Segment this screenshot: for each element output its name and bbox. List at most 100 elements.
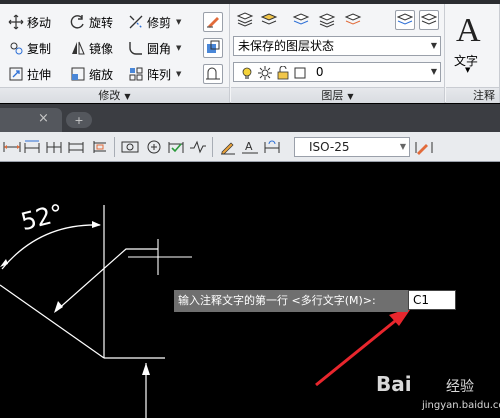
copy-label: 复制 (27, 41, 52, 56)
dim-ordinate-icon (93, 141, 106, 153)
erase-button[interactable] (203, 12, 223, 32)
dim-style-icon (415, 142, 433, 155)
unlock-icon (277, 65, 289, 79)
array-dropdown-icon[interactable]: ▼ (176, 70, 181, 78)
trim-label: 修剪 (147, 15, 172, 30)
layer-previous-button[interactable] (317, 10, 337, 30)
toolbar-separator (114, 137, 115, 157)
layer-color-swatch (294, 67, 306, 78)
offset-icon (205, 65, 221, 84)
layers-panel-title-text: 图层 (321, 89, 344, 102)
scale-button[interactable]: 缩放 (70, 64, 113, 84)
dim-linear-button[interactable] (2, 137, 22, 157)
trim-button[interactable]: 修剪 ▼ (128, 12, 181, 32)
close-icon[interactable]: × (38, 111, 49, 126)
new-tab-button[interactable]: + (66, 112, 92, 128)
angle-arrow-right (92, 221, 101, 228)
dim-style-button[interactable] (414, 137, 434, 157)
document-tab[interactable]: × (0, 108, 62, 132)
current-layer-name: 0 (315, 65, 324, 79)
dim-aligned-button[interactable] (22, 137, 42, 157)
layer-off-icon (420, 11, 438, 30)
rotate-button[interactable]: 旋转 (70, 12, 113, 32)
angle-dimension-arc (1, 224, 101, 270)
layer-state-select[interactable]: 未保存的图层状态 ▼ (233, 36, 441, 56)
chevron-down-icon: ▼ (124, 92, 131, 101)
mirror-icon (70, 40, 86, 56)
array-button[interactable]: 阵列 ▼ (128, 64, 181, 84)
move-button[interactable]: 移动 (8, 12, 51, 32)
document-tab-strip: × + (0, 104, 500, 132)
dim-edit-button[interactable] (218, 137, 238, 157)
scale-icon (70, 66, 86, 82)
dim-text-edit-button[interactable]: A (240, 137, 260, 157)
chevron-down-icon: ▼ (430, 41, 437, 50)
trim-dropdown-icon[interactable]: ▼ (176, 18, 181, 26)
leader-arrow (54, 301, 63, 313)
dim-ordinate-button[interactable] (90, 137, 110, 157)
leader-line (55, 248, 158, 312)
move-label: 移动 (27, 15, 52, 30)
eraser-icon (205, 13, 221, 32)
dim-center-icon (147, 140, 161, 154)
copy-button[interactable]: 复制 (8, 38, 51, 58)
command-input-field[interactable]: C1 (408, 290, 456, 310)
dimension-style-select[interactable]: ISO-25 ▼ (294, 137, 410, 157)
layers-panel-title[interactable]: 图层 ▼ (231, 87, 444, 103)
toolbar-separator (212, 137, 213, 157)
dim-center-button[interactable] (144, 137, 164, 157)
text-icon: A (456, 12, 481, 49)
chevron-down-icon: ▼ (430, 67, 437, 76)
dim-radius-button[interactable] (120, 137, 140, 157)
dim-continue-button[interactable] (66, 137, 86, 157)
annotation-panel-title[interactable]: 注释 (446, 87, 499, 103)
layer-state-button[interactable] (259, 10, 279, 30)
fillet-button[interactable]: 圆角 ▼ (128, 38, 181, 58)
dim-baseline-icon (46, 142, 62, 153)
layer-match-icon (292, 10, 310, 31)
layer-isolate-icon (344, 10, 362, 31)
dim-jog-button[interactable] (188, 137, 208, 157)
scale-label: 缩放 (89, 67, 114, 82)
layer-isolate-button[interactable] (343, 10, 363, 30)
chevron-down-icon: ▼ (399, 142, 406, 151)
trim-icon (128, 14, 144, 30)
layer-properties-button[interactable] (235, 10, 255, 30)
fillet-dropdown-icon[interactable]: ▼ (176, 44, 181, 52)
stretch-icon (8, 66, 24, 82)
dim-jog-icon (190, 140, 206, 154)
explode-button[interactable] (203, 38, 223, 58)
dimension-toolbar: A ISO-25 ▼ (0, 132, 500, 162)
mirror-button[interactable]: 镜像 (70, 38, 113, 58)
annotation-panel-title-text: 注释 (473, 89, 495, 102)
layer-walk-button[interactable] (395, 10, 415, 30)
dim-check-button[interactable] (166, 137, 186, 157)
sun-icon (258, 65, 272, 80)
chevron-down-icon: ▼ (465, 66, 471, 74)
dim-update-button[interactable] (262, 137, 282, 157)
layer-match-button[interactable] (291, 10, 311, 30)
dim-check-icon (168, 142, 184, 153)
move-icon (8, 14, 24, 30)
ribbon: 移动 旋转 修剪 ▼ 复制 镜像 圆角 ▼ 拉伸 缩放 阵列 ▼ 修改 ▼ 未保… (0, 0, 500, 103)
slant-line (0, 284, 105, 359)
modify-panel-title[interactable]: 修改 ▼ (0, 87, 229, 103)
baidu-jingyan-watermark: Bai 经验 jingyan.baidu.com (376, 370, 500, 416)
modify-panel: 移动 旋转 修剪 ▼ 复制 镜像 圆角 ▼ 拉伸 缩放 阵列 ▼ 修改 ▼ (0, 4, 230, 103)
layer-select[interactable]: 0 ▼ (233, 62, 441, 82)
dim-baseline-button[interactable] (44, 137, 64, 157)
drawing-canvas[interactable]: 52° 输入注释文字的第一行 <多行文字(M)>: C1 Bai 经验 jing… (0, 163, 500, 418)
layer-walk-icon (396, 11, 414, 30)
layer-off-button[interactable] (419, 10, 439, 30)
rotate-label: 旋转 (89, 15, 114, 30)
dim-aligned-icon (24, 140, 40, 153)
vertical-dim-arrow (142, 363, 150, 375)
layer-properties-icon (236, 10, 254, 31)
watermark-label: 经验 (446, 379, 474, 395)
layer-stack-icon (260, 10, 278, 31)
annotation-panel: A 文字 ▼ 注释 (446, 4, 500, 103)
offset-button[interactable] (203, 64, 223, 84)
stretch-button[interactable]: 拉伸 (8, 64, 51, 84)
dim-radius-icon (121, 141, 139, 153)
svg-text:A: A (245, 140, 253, 153)
